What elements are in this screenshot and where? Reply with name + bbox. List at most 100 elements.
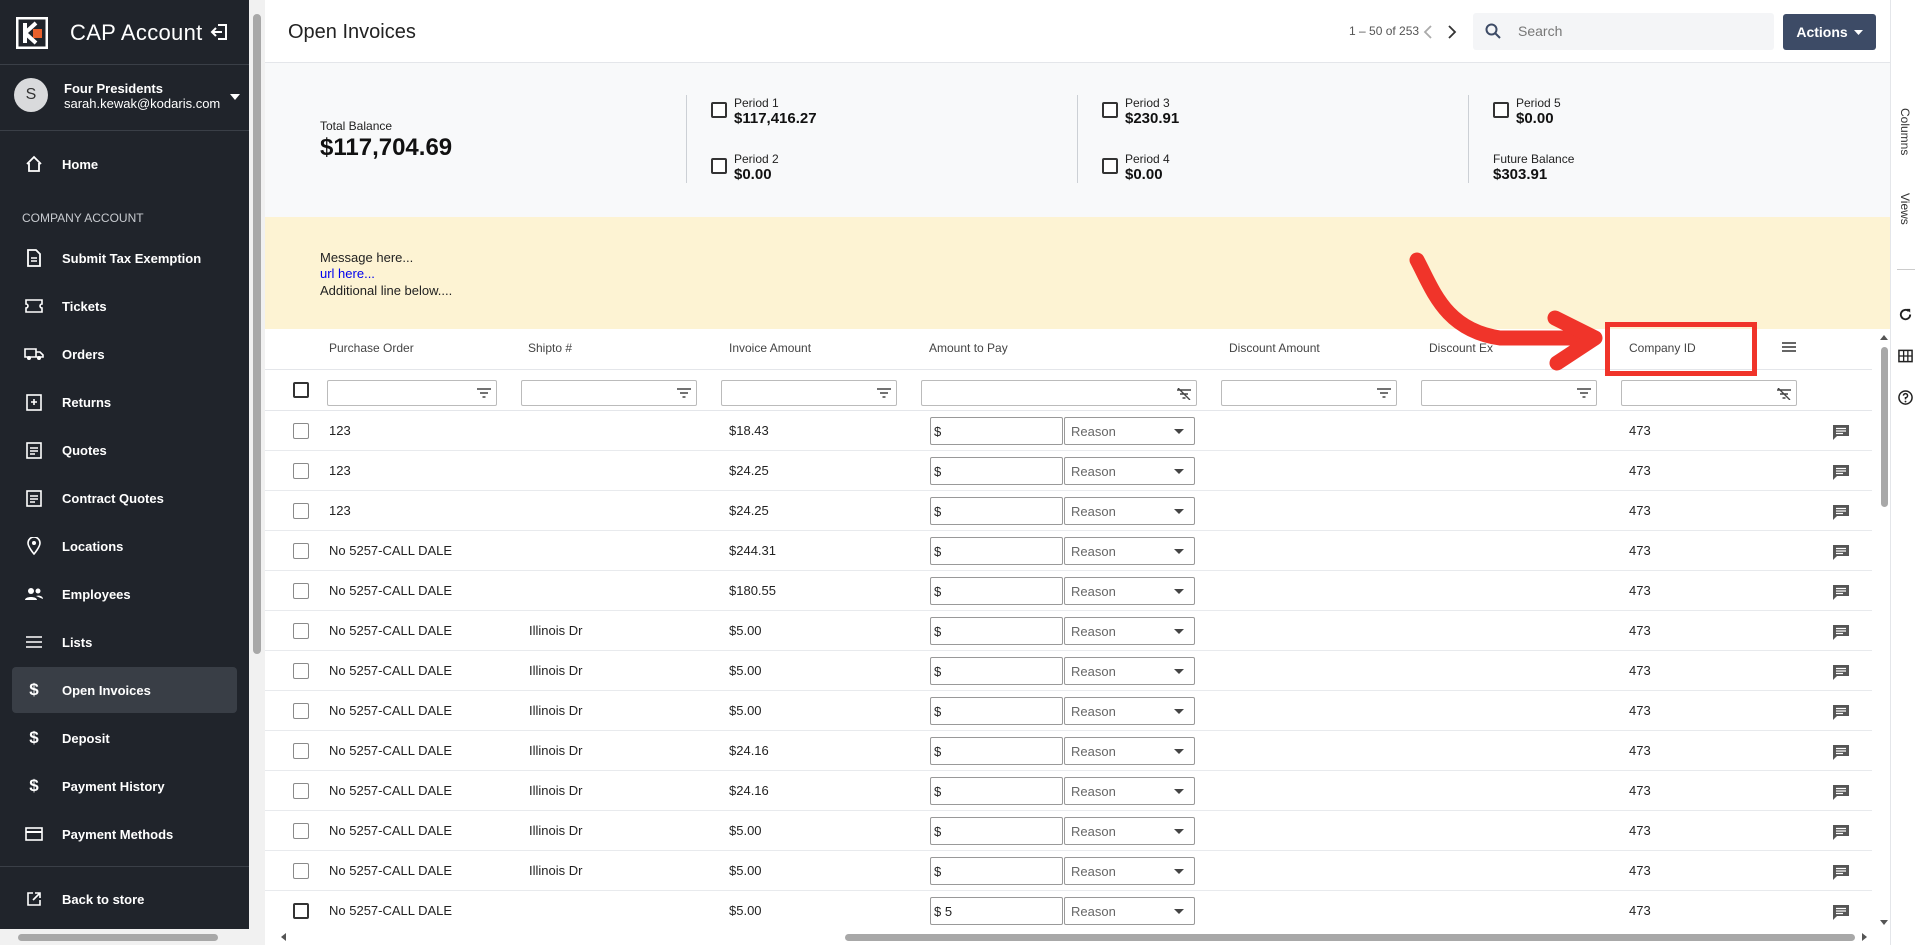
row-checkbox[interactable]: [293, 663, 309, 679]
comment-icon[interactable]: [1832, 744, 1850, 761]
reason-select[interactable]: Reason: [1064, 617, 1195, 645]
back-to-store-link[interactable]: Back to store: [12, 876, 237, 922]
row-checkbox[interactable]: [293, 823, 309, 839]
sidebar-item-employees[interactable]: Employees: [12, 571, 237, 617]
comment-icon[interactable]: [1832, 824, 1850, 841]
period-checkbox[interactable]: [1493, 102, 1509, 118]
comment-icon[interactable]: [1832, 784, 1850, 801]
row-checkbox[interactable]: [293, 703, 309, 719]
table-row[interactable]: No 5257-CALL DALE $5.00 $ 5 Reason 473: [265, 891, 1872, 929]
brand[interactable]: CAP Account: [16, 16, 203, 50]
table-row[interactable]: No 5257-CALL DALE Illinois Dr $5.00 $ Reason…: [265, 811, 1872, 851]
reason-select[interactable]: Reason: [1064, 697, 1195, 725]
row-checkbox[interactable]: [293, 463, 309, 479]
filter-icon[interactable]: [1377, 388, 1391, 398]
banner-link[interactable]: url here...: [320, 266, 375, 281]
reason-select[interactable]: Reason: [1064, 857, 1195, 885]
chevron-right-icon[interactable]: [1446, 24, 1458, 40]
comment-icon[interactable]: [1832, 464, 1850, 481]
amount-to-pay-input[interactable]: $: [930, 817, 1063, 845]
row-checkbox[interactable]: [293, 543, 309, 559]
search-input[interactable]: [1518, 21, 1758, 41]
amount-to-pay-input[interactable]: $: [930, 737, 1063, 765]
comment-icon[interactable]: [1832, 624, 1850, 641]
table-row[interactable]: No 5257-CALL DALE Illinois Dr $24.16 $ Reaso…: [265, 771, 1872, 811]
table-row[interactable]: No 5257-CALL DALE $180.55 $ Reason 473: [265, 571, 1872, 611]
row-checkbox[interactable]: [293, 503, 309, 519]
sidebar-item-quotes[interactable]: Quotes: [12, 427, 237, 473]
table-row[interactable]: No 5257-CALL DALE Illinois Dr $5.00 $ Reason…: [265, 651, 1872, 691]
table-row[interactable]: No 5257-CALL DALE Illinois Dr $5.00 $ Reason…: [265, 851, 1872, 891]
comment-icon[interactable]: [1832, 584, 1850, 601]
table-row[interactable]: No 5257-CALL DALE Illinois Dr $5.00 $ Reason…: [265, 691, 1872, 731]
row-checkbox[interactable]: [293, 623, 309, 639]
table-row[interactable]: 123 $18.43 $ Reason 473: [265, 411, 1872, 451]
comment-icon[interactable]: [1832, 704, 1850, 721]
table-row[interactable]: No 5257-CALL DALE Illinois Dr $5.00 $ Reason…: [265, 611, 1872, 651]
row-checkbox[interactable]: [293, 863, 309, 879]
sidebar-item-tickets[interactable]: Tickets: [12, 283, 237, 329]
row-checkbox[interactable]: [293, 783, 309, 799]
comment-icon[interactable]: [1832, 864, 1850, 881]
period-checkbox[interactable]: [1102, 102, 1118, 118]
column-menu-icon[interactable]: [1782, 341, 1796, 353]
filter-input-purchase-order[interactable]: [327, 380, 497, 406]
table-row[interactable]: No 5257-CALL DALE $244.31 $ Reason 473: [265, 531, 1872, 571]
comment-icon[interactable]: [1832, 544, 1850, 561]
row-checkbox[interactable]: [293, 583, 309, 599]
logout-icon[interactable]: [210, 22, 230, 42]
sidebar-item-home[interactable]: Home: [12, 141, 237, 187]
period-checkbox[interactable]: [1102, 158, 1118, 174]
scroll-up-icon[interactable]: [1878, 333, 1890, 341]
reason-select[interactable]: Reason: [1064, 577, 1195, 605]
select-all-checkbox[interactable]: [293, 382, 309, 398]
amount-to-pay-input[interactable]: $: [930, 537, 1063, 565]
filter-input-amount-to-pay[interactable]: [921, 380, 1197, 406]
tab-columns[interactable]: Columns: [1898, 108, 1912, 155]
amount-to-pay-input[interactable]: $: [930, 777, 1063, 805]
grid-view-icon[interactable]: [1898, 349, 1913, 363]
sidebar-item-contract-quotes[interactable]: Contract Quotes: [12, 475, 237, 521]
scroll-left-icon[interactable]: [279, 931, 287, 943]
amount-to-pay-input[interactable]: $: [930, 617, 1063, 645]
column-header-purchase-order[interactable]: Purchase Order: [329, 341, 414, 355]
caret-down-icon[interactable]: [230, 94, 240, 100]
table-row[interactable]: No 5257-CALL DALE Illinois Dr $24.16 $ Reaso…: [265, 731, 1872, 771]
sidebar-item-payment-methods[interactable]: Payment Methods: [12, 811, 237, 857]
filter-input-company-id[interactable]: [1621, 380, 1797, 406]
scrollbar-thumb[interactable]: [845, 934, 1855, 941]
scroll-right-icon[interactable]: [1861, 931, 1869, 943]
scrollbar-thumb[interactable]: [253, 14, 261, 654]
sidebar-horizontal-scrollbar[interactable]: [0, 929, 265, 945]
comment-icon[interactable]: [1832, 504, 1850, 521]
amount-to-pay-input[interactable]: $: [930, 577, 1063, 605]
sidebar-item-returns[interactable]: Returns: [12, 379, 237, 425]
scroll-down-icon[interactable]: [1878, 919, 1890, 927]
grid-vertical-scrollbar[interactable]: [1878, 329, 1890, 929]
amount-to-pay-input[interactable]: $: [930, 657, 1063, 685]
reason-select[interactable]: Reason: [1064, 537, 1195, 565]
sidebar-item-orders[interactable]: Orders: [12, 331, 237, 377]
actions-button[interactable]: Actions: [1783, 14, 1876, 50]
amount-to-pay-input[interactable]: $: [930, 497, 1063, 525]
reason-select[interactable]: Reason: [1064, 897, 1195, 925]
refresh-icon[interactable]: [1898, 307, 1913, 322]
row-checkbox[interactable]: [293, 423, 309, 439]
column-header-discount-amount[interactable]: Discount Amount: [1229, 341, 1320, 355]
filter-icon[interactable]: [677, 388, 691, 398]
reason-select[interactable]: Reason: [1064, 737, 1195, 765]
column-header-shipto[interactable]: Shipto #: [528, 341, 572, 355]
sidebar-scrollbar[interactable]: [249, 0, 265, 945]
filter-input-discount-amount[interactable]: [1221, 380, 1397, 406]
sidebar-item-locations[interactable]: Locations: [12, 523, 237, 569]
period-checkbox[interactable]: [711, 102, 727, 118]
amount-to-pay-input[interactable]: $: [930, 697, 1063, 725]
amount-to-pay-input[interactable]: $: [930, 457, 1063, 485]
comment-icon[interactable]: [1832, 904, 1850, 921]
grid-horizontal-scrollbar[interactable]: [265, 929, 1872, 945]
account-switcher[interactable]: S Four Presidents sarah.kewak@kodaris.co…: [14, 78, 244, 114]
amount-to-pay-input[interactable]: $ 5: [930, 897, 1063, 925]
help-icon[interactable]: [1898, 390, 1913, 405]
amount-to-pay-input[interactable]: $: [930, 417, 1063, 445]
filter-icon[interactable]: [877, 388, 891, 398]
